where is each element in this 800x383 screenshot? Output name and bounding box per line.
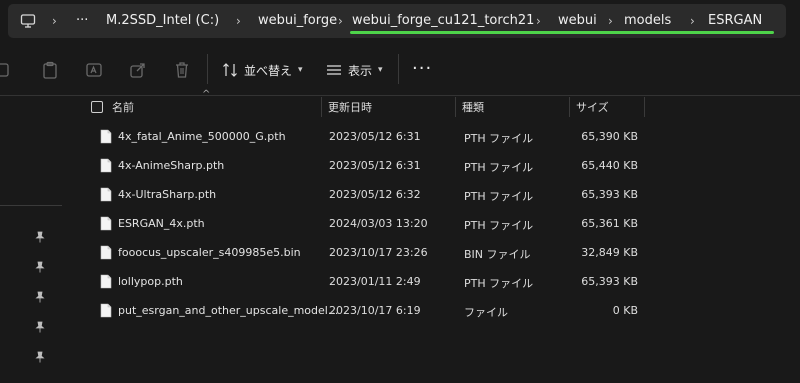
column-header-date[interactable]: 更新日時 xyxy=(328,99,372,115)
file-row[interactable]: 4x-UltraSharp.pth 2023/05/12 6:32 PTH ファ… xyxy=(62,180,800,209)
breadcrumb-webui-forge[interactable]: webui_forge xyxy=(258,12,337,30)
file-size: 0 KB xyxy=(612,304,638,317)
file-type: PTH ファイル xyxy=(464,277,534,290)
column-divider[interactable] xyxy=(455,97,456,117)
delete-icon[interactable] xyxy=(172,60,192,80)
file-size: 65,440 KB xyxy=(581,159,638,172)
chevron-down-icon: ▾ xyxy=(378,65,383,75)
chevron-down-icon: ▾ xyxy=(298,65,303,75)
file-name: fooocus_upscaler_s409985e5.bin xyxy=(118,246,301,259)
file-icon xyxy=(100,129,112,144)
file-name: put_esrgan_and_other_upscale_model... xyxy=(118,304,339,317)
file-icon xyxy=(100,187,112,202)
file-row[interactable]: 4x-AnimeSharp.pth 2023/05/12 6:31 PTH ファ… xyxy=(62,151,800,180)
file-name: 4x-AnimeSharp.pth xyxy=(118,159,225,172)
paste-icon[interactable] xyxy=(40,60,60,80)
file-type: ファイル xyxy=(464,306,508,319)
pin-icon[interactable] xyxy=(34,351,46,363)
chevron-right-icon: › xyxy=(608,14,613,28)
column-header-size[interactable]: サイズ xyxy=(576,99,609,115)
toolbar-divider xyxy=(398,54,399,84)
pin-icon[interactable] xyxy=(34,261,46,273)
file-icon xyxy=(100,216,112,231)
column-header-name[interactable]: 名前 xyxy=(112,99,134,115)
toolbar-divider xyxy=(207,54,208,84)
file-icon xyxy=(100,303,112,318)
navigation-pane xyxy=(0,97,62,383)
file-row[interactable]: ESRGAN_4x.pth 2024/03/03 13:20 PTH ファイル … xyxy=(62,209,800,238)
file-row[interactable]: 4x_fatal_Anime_500000_G.pth 2023/05/12 6… xyxy=(62,122,800,151)
file-date: 2023/05/12 6:31 xyxy=(329,159,421,172)
chevron-right-icon: › xyxy=(52,14,57,28)
sort-label: 並べ替え xyxy=(244,63,293,78)
rename-icon[interactable] xyxy=(84,60,104,80)
column-divider[interactable] xyxy=(644,97,645,117)
file-date: 2024/03/03 13:20 xyxy=(329,217,428,230)
breadcrumb-models[interactable]: models xyxy=(624,12,671,30)
pin-icon[interactable] xyxy=(34,291,46,303)
file-list: ^ 名前 更新日時 種類 サイズ 4x_fatal_Anime_500000_G… xyxy=(62,89,800,383)
pin-icon[interactable] xyxy=(34,231,46,243)
file-row[interactable]: lollypop.pth 2023/01/11 2:49 PTH ファイル 65… xyxy=(62,267,800,296)
address-bar[interactable]: › ··· M.2SSD_Intel (C:) › webui_forge › … xyxy=(8,4,786,38)
pin-icon[interactable] xyxy=(34,321,46,333)
view-list-icon xyxy=(327,65,341,75)
file-date: 2023/05/12 6:32 xyxy=(329,188,421,201)
share-icon[interactable] xyxy=(128,60,148,80)
sort-button[interactable]: 並べ替え ▾ xyxy=(222,58,303,82)
column-header-row: ^ 名前 更新日時 種類 サイズ xyxy=(62,89,800,117)
more-options-button[interactable]: ··· xyxy=(412,60,432,78)
file-size: 65,393 KB xyxy=(581,188,638,201)
file-name: 4x-UltraSharp.pth xyxy=(118,188,217,201)
breadcrumb-esrgan[interactable]: ESRGAN xyxy=(708,12,762,30)
sort-icon xyxy=(223,63,237,77)
file-row[interactable]: fooocus_upscaler_s409985e5.bin 2023/10/1… xyxy=(62,238,800,267)
file-date: 2023/05/12 6:31 xyxy=(329,130,421,143)
view-label: 表示 xyxy=(348,63,373,78)
command-bar: 並べ替え ▾ 表示 ▾ ··· xyxy=(0,44,800,96)
file-type: PTH ファイル xyxy=(464,190,534,203)
file-name: ESRGAN_4x.pth xyxy=(118,217,205,230)
nav-divider xyxy=(0,205,62,206)
file-date: 2023/01/11 2:49 xyxy=(329,275,421,288)
file-size: 65,393 KB xyxy=(581,275,638,288)
file-type: BIN ファイル xyxy=(464,248,531,261)
file-icon xyxy=(100,274,112,289)
chevron-right-icon: › xyxy=(236,14,241,28)
breadcrumb-drive[interactable]: M.2SSD_Intel (C:) xyxy=(106,12,219,30)
file-size: 32,849 KB xyxy=(581,246,638,259)
file-date: 2023/10/17 6:19 xyxy=(329,304,421,317)
column-header-type[interactable]: 種類 xyxy=(462,99,484,115)
file-type: PTH ファイル xyxy=(464,161,534,174)
breadcrumb-overflow[interactable]: ··· xyxy=(76,12,88,30)
file-icon xyxy=(100,245,112,260)
file-row[interactable]: put_esrgan_and_other_upscale_model... 20… xyxy=(62,296,800,325)
sort-ascending-indicator-icon: ^ xyxy=(202,89,211,100)
chevron-right-icon: › xyxy=(690,14,695,28)
select-all-checkbox[interactable] xyxy=(91,101,103,113)
new-icon[interactable] xyxy=(0,60,14,80)
column-divider[interactable] xyxy=(569,97,570,117)
file-icon xyxy=(100,158,112,173)
file-type: PTH ファイル xyxy=(464,132,534,145)
file-name: lollypop.pth xyxy=(118,275,183,288)
file-name: 4x_fatal_Anime_500000_G.pth xyxy=(118,130,286,143)
path-highlight-underline xyxy=(350,31,774,34)
column-divider[interactable] xyxy=(321,97,322,117)
view-button[interactable]: 表示 ▾ xyxy=(326,58,383,82)
file-size: 65,390 KB xyxy=(581,130,638,143)
file-size: 65,361 KB xyxy=(581,217,638,230)
this-pc-icon[interactable] xyxy=(20,13,36,29)
chevron-right-icon: › xyxy=(536,14,541,28)
chevron-right-icon: › xyxy=(338,14,343,28)
file-type: PTH ファイル xyxy=(464,219,534,232)
file-date: 2023/10/17 23:26 xyxy=(329,246,428,259)
breadcrumb-webui-forge-cu121[interactable]: webui_forge_cu121_torch21 xyxy=(352,12,534,30)
breadcrumb-webui[interactable]: webui xyxy=(558,12,597,30)
